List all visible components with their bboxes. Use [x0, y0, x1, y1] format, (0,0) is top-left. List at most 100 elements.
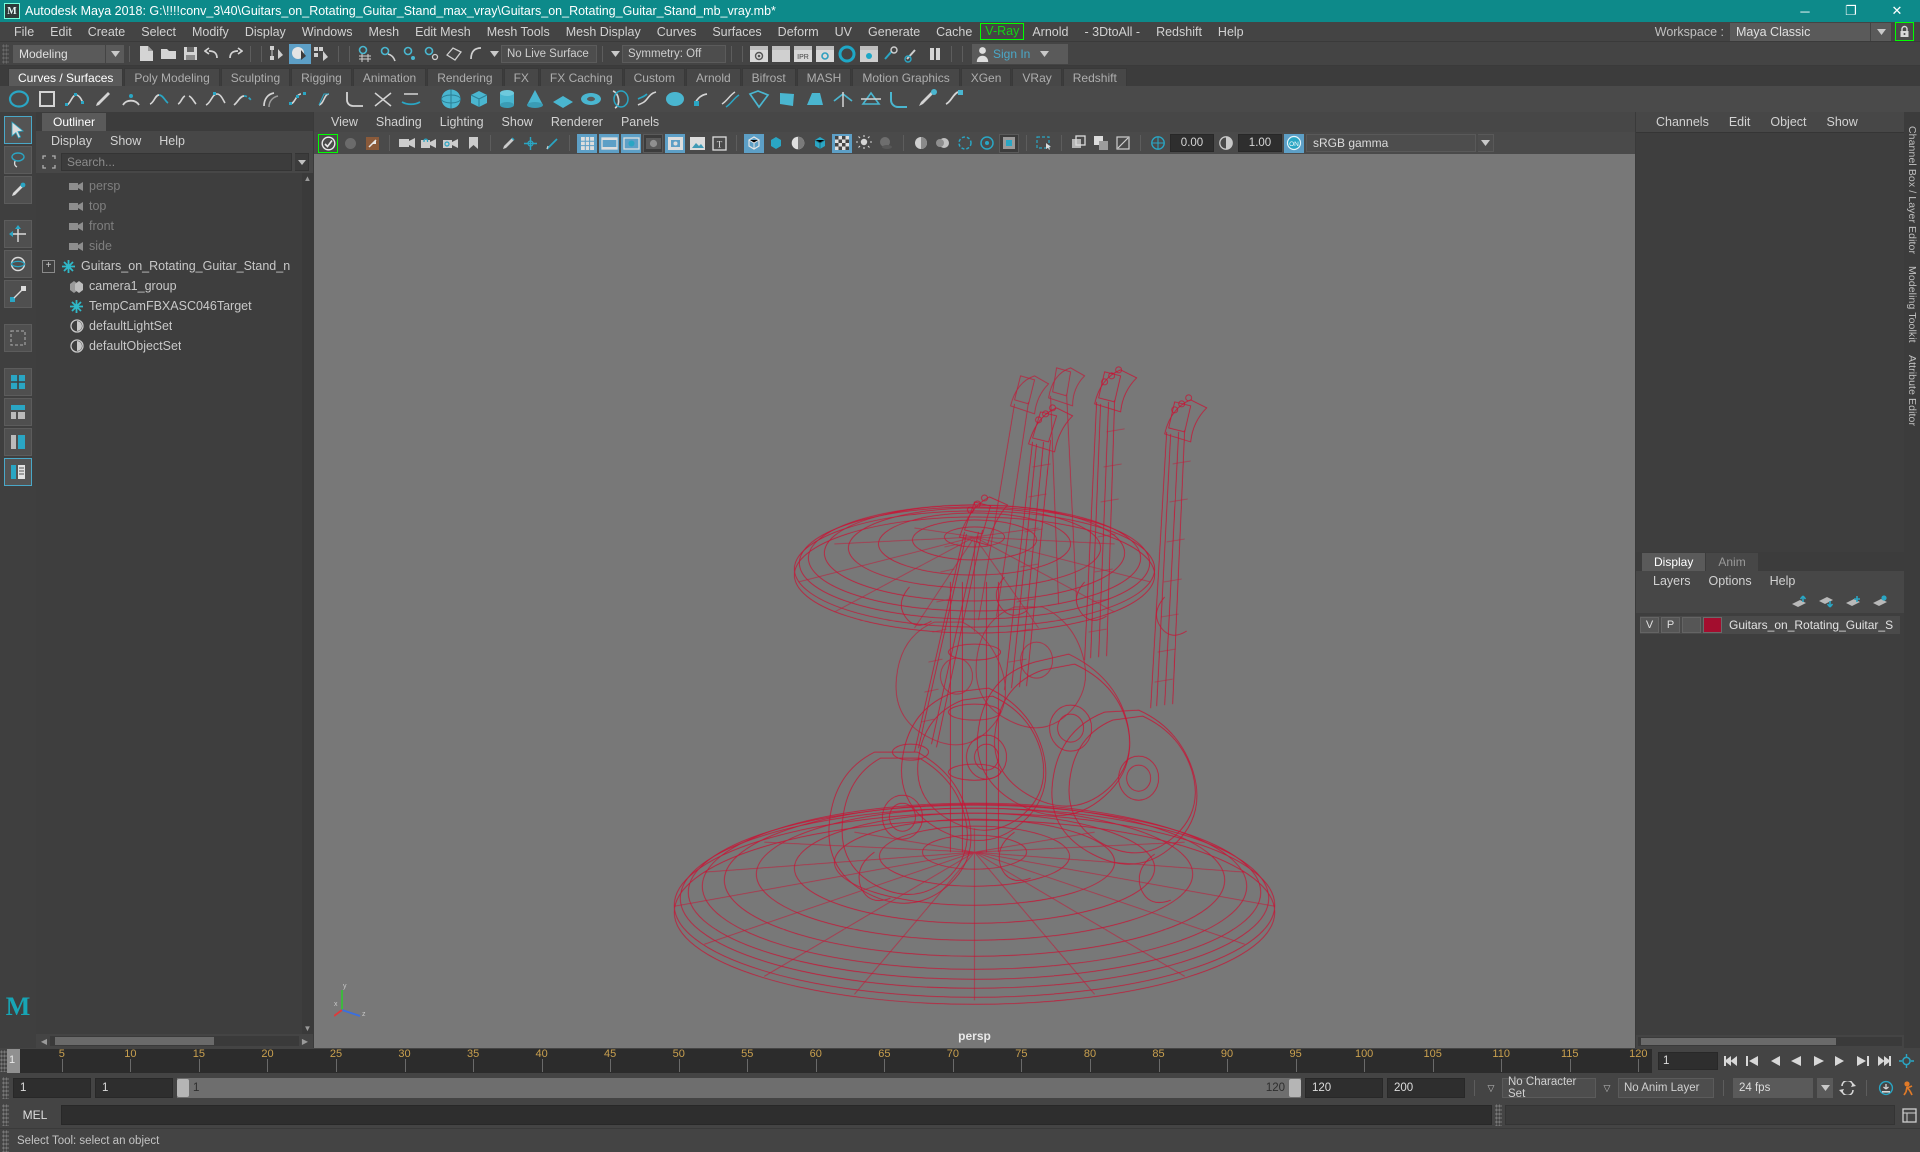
plane-icon[interactable] [550, 87, 575, 111]
wireframe-shading-icon[interactable] [744, 133, 764, 153]
scroll-up-arrow-icon[interactable]: ▲ [303, 174, 312, 183]
shelf-tab-fx-caching[interactable]: FX Caching [539, 68, 623, 86]
help-line-grip[interactable] [2, 1129, 9, 1152]
channel-box-content[interactable] [1636, 132, 1904, 552]
shelf-tab-mash[interactable]: MASH [796, 68, 852, 86]
outliner-item-guitars-group[interactable]: + Guitars_on_Rotating_Guitar_Stand_n [36, 256, 313, 276]
select-by-object-type-icon[interactable] [289, 43, 311, 64]
outliner-item-camera1-group[interactable]: camera1_group [36, 276, 313, 296]
four-view-layout-button[interactable] [4, 398, 32, 426]
insert-knot-icon[interactable] [202, 87, 227, 111]
gamma-value[interactable]: 1.00 [1238, 134, 1282, 152]
rotate-tool-button[interactable] [4, 250, 32, 278]
offset-curve-icon[interactable] [258, 87, 283, 111]
play-backwards-icon[interactable] [1786, 1051, 1806, 1071]
gate-mask-icon[interactable] [643, 133, 663, 153]
workspace-select[interactable]: Maya Classic [1730, 22, 1870, 41]
playback-speed-chevron-down-icon[interactable] [1817, 1078, 1833, 1098]
boundary-icon[interactable] [746, 87, 771, 111]
xray-joints-icon[interactable] [665, 133, 685, 153]
loft-icon[interactable] [634, 87, 659, 111]
persp-outliner-layout-button[interactable] [4, 458, 32, 486]
cube-icon[interactable] [466, 87, 491, 111]
menu-mesh[interactable]: Mesh [361, 23, 408, 41]
ipr-render-icon[interactable]: IPR [792, 44, 814, 64]
range-start-handle[interactable] [177, 1079, 189, 1097]
redo-previous-render-icon[interactable] [770, 44, 792, 64]
rebuild-curve-icon[interactable] [286, 87, 311, 111]
new-scene-icon[interactable] [135, 44, 157, 64]
snap-to-view-plane-icon[interactable] [443, 44, 465, 64]
resolution-gate-icon[interactable] [621, 133, 641, 153]
menu-mesh-tools[interactable]: Mesh Tools [479, 23, 558, 41]
cut-curve-icon[interactable] [370, 87, 395, 111]
menu-mesh-display[interactable]: Mesh Display [558, 23, 649, 41]
menu-deform[interactable]: Deform [770, 23, 827, 41]
shelf-tab-sculpting[interactable]: Sculpting [220, 68, 291, 86]
outliner-search-chevron-down-icon[interactable] [295, 153, 309, 171]
three-point-arc-icon[interactable] [118, 87, 143, 111]
bookmark-icon[interactable] [463, 134, 483, 153]
menu-3dtoall[interactable]: - 3DtoAll - [1076, 23, 1148, 41]
hypershade-icon[interactable] [836, 44, 858, 64]
menuset-chevron-down-icon[interactable] [106, 44, 124, 63]
expand-plus-icon[interactable]: + [42, 259, 55, 273]
layer-visibility-toggle[interactable]: V [1640, 617, 1659, 633]
layer-menu-options[interactable]: Options [1700, 574, 1761, 588]
pause-viewport-icon[interactable] [924, 44, 946, 64]
viewport-menu-shading[interactable]: Shading [367, 115, 431, 129]
film-gate-icon[interactable] [599, 133, 619, 153]
move-layer-down-icon[interactable] [1817, 594, 1834, 610]
animation-end-time-field[interactable]: 200 [1387, 1078, 1465, 1098]
current-time-field[interactable]: 1 [1658, 1052, 1718, 1070]
channelbox-menu-edit[interactable]: Edit [1719, 115, 1761, 129]
selection-bracket-icon[interactable] [40, 153, 58, 171]
menu-help[interactable]: Help [1210, 23, 1252, 41]
shelf-tab-bifrost[interactable]: Bifrost [741, 68, 796, 86]
measure-icon[interactable] [542, 134, 562, 153]
outliner-search-input[interactable]: Search... [61, 153, 292, 171]
menu-generate[interactable]: Generate [860, 23, 928, 41]
side-tab-channel-box-layer-editor[interactable]: Channel Box / Layer Editor [1906, 120, 1918, 260]
lighting-icon[interactable] [854, 134, 874, 153]
cylinder-icon[interactable] [494, 87, 519, 111]
scroll-thumb[interactable] [1640, 1038, 1836, 1045]
intersect-surfaces-icon[interactable] [830, 87, 855, 111]
menu-edit[interactable]: Edit [42, 23, 80, 41]
outliner-vertical-scrollbar[interactable]: ▲ ▼ [302, 173, 313, 1034]
time-slider-cursor[interactable]: 1 [7, 1049, 20, 1073]
surface-fillet-icon[interactable] [886, 87, 911, 111]
outliner-tab[interactable]: Outliner [42, 113, 107, 131]
surface-editing-icon[interactable] [942, 87, 967, 111]
make-live-icon[interactable] [465, 44, 487, 64]
menu-display[interactable]: Display [237, 23, 294, 41]
layer-list[interactable]: V P Guitars_on_Rotating_Guitar_S [1636, 613, 1904, 1035]
image-plane-icon[interactable] [687, 134, 707, 153]
layer-tab-anim[interactable]: Anim [1706, 553, 1758, 571]
viewport-menu-panels[interactable]: Panels [612, 115, 668, 129]
animation-start-time-field[interactable]: 1 [13, 1078, 91, 1098]
channelbox-menu-show[interactable]: Show [1817, 115, 1868, 129]
shelf-tab-arnold[interactable]: Arnold [685, 68, 741, 86]
exposure-reset-icon[interactable] [1113, 134, 1133, 153]
outliner-item-side[interactable]: side [36, 236, 313, 256]
menu-select[interactable]: Select [133, 23, 184, 41]
channelbox-menu-object[interactable]: Object [1760, 115, 1816, 129]
bevel-icon[interactable] [802, 87, 827, 111]
sculpt-geometry-icon[interactable] [914, 87, 939, 111]
scroll-down-arrow-icon[interactable]: ▼ [303, 1024, 312, 1033]
menu-arnold[interactable]: Arnold [1024, 23, 1076, 41]
undo-icon[interactable] [201, 44, 223, 64]
text-display-icon[interactable]: T [709, 134, 729, 153]
gamma-icon[interactable] [1216, 134, 1236, 153]
play-forwards-icon[interactable] [1808, 1051, 1828, 1071]
open-scene-icon[interactable] [157, 44, 179, 64]
project-curve-icon[interactable] [398, 87, 423, 111]
grid-toggle-icon[interactable] [577, 133, 597, 153]
scroll-thumb[interactable] [54, 1037, 215, 1045]
snap-chevron-down-icon[interactable] [487, 50, 501, 57]
side-tab-modeling-toolkit[interactable]: Modeling Toolkit [1906, 260, 1918, 349]
shelf-tab-custom[interactable]: Custom [623, 68, 685, 86]
side-tab-attribute-editor[interactable]: Attribute Editor [1906, 349, 1918, 432]
outliner-menu-show[interactable]: Show [101, 134, 150, 148]
